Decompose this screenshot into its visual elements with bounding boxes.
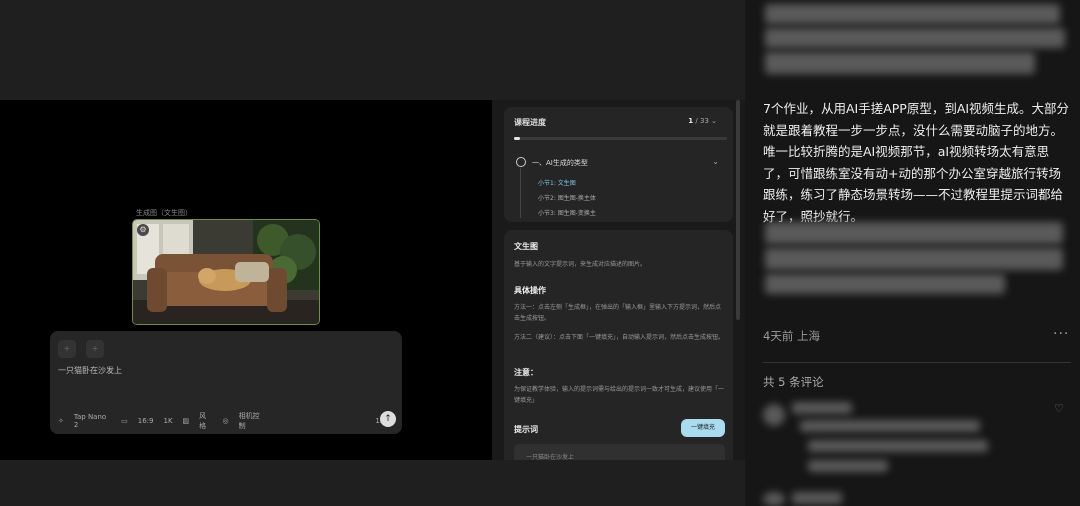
model-icon: ✧ [58,417,64,425]
image-caption: 生成图（文生图） [136,209,192,217]
method-one: 方法一：点击左侧「生成框」，在弹出的「输入框」里输入下方提示词，然后点击生成按钮… [514,304,722,322]
camera-control[interactable]: 相机控制 [239,411,266,431]
blurred-content [765,28,1065,48]
more-icon[interactable]: ··· [1053,326,1069,342]
lesson-item[interactable]: 小节2: 图生图-换主体 [538,193,596,202]
post-body: 7个作业，从用AI手搓APP原型，到AI视频生成。大部分就是跟着教程一步一步点，… [763,101,1070,224]
avatar[interactable] [763,404,785,426]
section-timeline [520,168,521,218]
image-settings-icon[interactable]: ⚙ [137,224,149,236]
note-text: 为保证教学体验，输入的提示词需与给出的提示词一致才可生成，建议使用「一键填充」 [514,386,725,404]
comment-count: 共 5 条评论 [763,375,824,389]
blurred-content [808,440,988,452]
resolution-selector[interactable]: 1K [163,417,172,425]
prompt-section-title: 提示词 [514,425,538,434]
like-icon[interactable]: ♡ [1054,402,1064,415]
method-two: 方法二（建议）：点击下面「一键填充」，自动输入提示词，然后点击生成按钮。 [514,334,725,341]
lesson-title: 文生图 [514,242,538,251]
section-node-icon [516,157,526,167]
blurred-content [792,402,852,414]
course-progress-title: 课程进度 [514,118,546,127]
blurred-content [800,420,980,432]
blurred-content [765,222,1063,244]
generated-image[interactable] [132,219,320,325]
blurred-content [765,248,1063,270]
model-selector[interactable]: Tap Nano 2 [74,413,111,429]
lesson-description: 基于输入的文字提示词，来生成对应描述的图片。 [514,261,647,268]
prompt-box[interactable]: + + 一只猫卧在沙发上 ✧ Tap Nano 2 ▭ 16:9 1K ▨ 风格… [50,331,402,434]
reference-image-slot-2[interactable]: + [86,340,104,358]
section-title[interactable]: 一、AI生成的类型 [532,158,588,168]
course-progress-bar [514,137,727,140]
app-footer-area [0,460,745,506]
blurred-content [765,4,1060,24]
note-title: 注意： [514,368,538,377]
divider [763,362,1071,363]
operations-title: 具体操作 [514,286,546,295]
camera-icon: ◎ [222,417,229,425]
course-panel-scrollbar[interactable] [736,100,740,320]
blurred-content [765,274,1005,294]
generation-options-bar: ✧ Tap Nano 2 ▭ 16:9 1K ▨ 风格 ◎ 相机控制 1x [58,411,394,431]
course-progress-count: 1 / 33 ⌄ [688,117,717,125]
screen: ↶ ↷ ◫ ⟳ ••• ▭ ⤓ ⤢ 生成图（文生图） [0,0,1080,506]
lesson-item[interactable]: 小节3: 图生图-变换主 [538,208,596,217]
lesson-detail-card: 文生图 基于输入的文字提示词，来生成对应描述的图片。 具体操作 方法一：点击左侧… [504,230,733,460]
prompt-preview: 一只猫卧在沙发上 [514,444,725,460]
chevron-down-icon[interactable]: ⌄ [712,157,719,166]
blurred-content [765,52,1035,74]
style-icon: ▨ [182,417,190,425]
prompt-text[interactable]: 一只猫卧在沙发上 [58,365,122,376]
post-meta: 4天前 上海 [763,329,820,343]
course-progress-fill [514,137,521,140]
ratio-selector[interactable]: 16:9 [138,417,154,425]
reference-image-slot[interactable]: + [58,340,76,358]
style-selector[interactable]: 风格 [199,411,212,431]
one-click-fill-button[interactable]: 一键填充 [681,419,725,437]
ratio-icon: ▭ [121,417,128,425]
lesson-item[interactable]: 小节1: 文生图 [538,178,576,187]
app-header-area [0,0,745,100]
blurred-content [792,492,842,504]
avatar[interactable] [763,492,785,506]
course-progress-card: 课程进度 1 / 33 ⌄ 一、AI生成的类型 ⌄ 小节1: 文生图 小节2: … [504,107,733,222]
send-button[interactable]: ↑ [380,411,396,427]
blurred-content [808,460,888,472]
